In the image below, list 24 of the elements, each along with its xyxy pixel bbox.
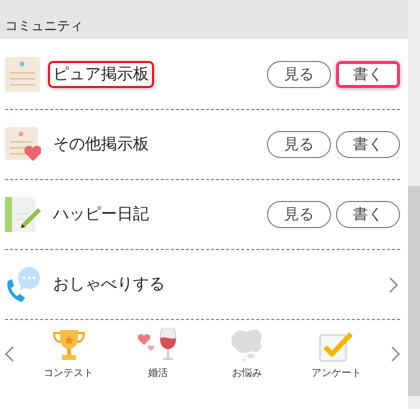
- carousel-label[interactable]: お悩み: [232, 366, 262, 380]
- note-icon: [5, 56, 41, 92]
- write-button[interactable]: 書く: [336, 201, 400, 228]
- chevron-right-icon[interactable]: [391, 346, 400, 362]
- phone-chat-icon: [5, 266, 41, 302]
- item-title: ピュア掲示板: [48, 60, 154, 88]
- write-button[interactable]: 書く: [336, 131, 400, 158]
- write-button[interactable]: 書く: [336, 60, 400, 88]
- view-button[interactable]: 見る: [267, 201, 331, 228]
- carousel-label[interactable]: コンテスト: [44, 366, 94, 380]
- view-button[interactable]: 見る: [267, 60, 331, 88]
- carousel-label[interactable]: アンケート: [311, 366, 362, 380]
- chevron-right-icon[interactable]: [389, 276, 398, 292]
- carousel-label[interactable]: 婚活: [148, 366, 168, 380]
- item-title: ハッピー日記: [52, 203, 150, 225]
- scrollbar[interactable]: [408, 0, 420, 409]
- item-title[interactable]: おしゃべりする: [48, 271, 170, 298]
- view-button[interactable]: 見る: [267, 131, 331, 158]
- chevron-left-icon[interactable]: [5, 346, 14, 362]
- section-title: コミュニティ: [5, 18, 83, 35]
- wine-glass-hearts-icon[interactable]: [138, 328, 178, 362]
- notebook-pencil-icon: [5, 196, 41, 232]
- trophy-icon[interactable]: [50, 328, 87, 362]
- item-title: その他掲示板: [52, 133, 150, 155]
